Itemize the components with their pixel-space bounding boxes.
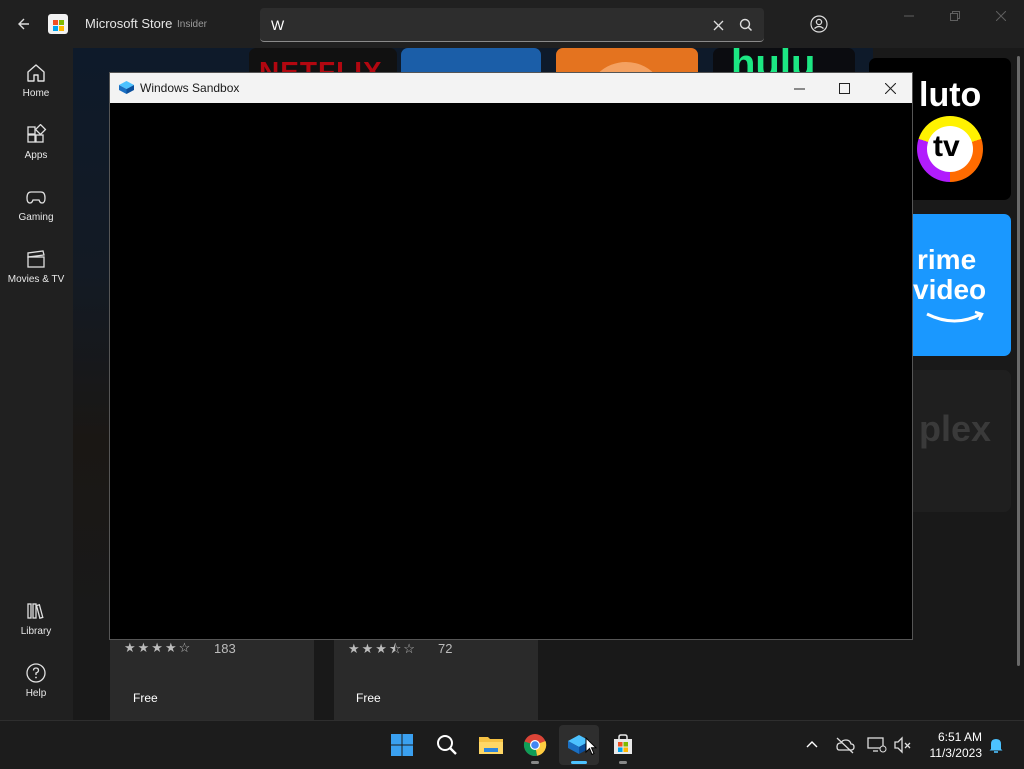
nav-label-gaming: Gaming: [18, 212, 54, 223]
volume-tray-button[interactable]: [892, 735, 914, 755]
sandbox-client-area[interactable]: [110, 103, 912, 639]
notifications-button[interactable]: [986, 735, 1006, 755]
search-input[interactable]: W: [271, 17, 284, 33]
close-icon: [713, 20, 723, 30]
start-icon: [391, 734, 413, 756]
nav-label-library: Library: [20, 626, 52, 637]
library-icon: [27, 603, 44, 619]
prime-video-logo-line1: rime: [917, 244, 977, 275]
sandbox-titlebar[interactable]: Windows Sandbox: [110, 73, 912, 103]
nav-label-movies-tv: Movies & TV: [7, 274, 65, 285]
clock-time[interactable]: 6:51 AM: [930, 730, 982, 744]
file-explorer-icon: [479, 737, 503, 754]
windows-sandbox-window[interactable]: Windows Sandbox: [109, 72, 913, 640]
rating-count: 72: [438, 641, 453, 656]
microsoft-store-taskbar-button[interactable]: [603, 725, 643, 765]
volume-muted-icon: [894, 736, 911, 754]
apps-icon: [27, 124, 47, 143]
app-title: Microsoft Store: [85, 16, 173, 31]
prime-video-logo-line2: video: [913, 274, 987, 305]
clear-search-button[interactable]: [708, 15, 728, 35]
network-tray-button[interactable]: [866, 735, 888, 755]
network-icon: [867, 737, 887, 753]
search-icon: [437, 735, 457, 755]
maximize-icon: [838, 82, 850, 94]
cloud-offline-icon: [836, 737, 855, 754]
start-button[interactable]: [382, 725, 422, 765]
store-minimize-button[interactable]: [886, 0, 932, 32]
search-button[interactable]: [736, 15, 756, 35]
mouse-cursor-icon: [585, 737, 597, 756]
store-restore-button[interactable]: [932, 0, 978, 32]
back-arrow-icon: [18, 18, 29, 30]
rating-count: 183: [214, 641, 236, 656]
clock-date[interactable]: 11/3/2023: [921, 746, 983, 760]
price-label: Free: [356, 691, 381, 705]
store-logo-icon: [48, 14, 68, 34]
store-close-button[interactable]: [978, 0, 1024, 32]
rating-stars: ★★★⯪☆: [348, 641, 417, 656]
left-navigation: Home Apps Gaming Movies & TV Library Hel…: [0, 48, 72, 720]
nav-item-apps[interactable]: Apps: [0, 116, 72, 172]
restore-icon: [950, 11, 960, 21]
home-icon: [27, 64, 45, 82]
chrome-button[interactable]: [515, 725, 555, 765]
sandbox-maximize-button[interactable]: [821, 73, 867, 103]
onedrive-tray-button[interactable]: [834, 735, 856, 755]
help-icon: [26, 663, 46, 683]
sandbox-title: Windows Sandbox: [140, 81, 240, 95]
microsoft-store-icon: [614, 734, 632, 754]
minimize-icon: [793, 88, 805, 89]
minimize-icon: [904, 15, 914, 17]
running-indicator: [619, 761, 627, 764]
nav-label-apps: Apps: [24, 150, 48, 161]
search-box[interactable]: W: [260, 8, 764, 42]
bell-icon: [989, 739, 1003, 753]
show-hidden-icons-button[interactable]: [802, 735, 822, 755]
pluto-tv-logo-line2: tv: [933, 130, 960, 163]
content-scrollbar[interactable]: [1017, 56, 1020, 666]
rating-stars: ★★★★☆: [124, 640, 193, 655]
search-icon: [739, 18, 753, 32]
chrome-icon: [523, 734, 547, 756]
chevron-up-icon: [806, 741, 818, 748]
account-button[interactable]: [803, 8, 835, 40]
running-indicator: [531, 761, 539, 764]
close-icon: [884, 82, 896, 94]
windows-sandbox-icon: [119, 81, 134, 94]
pluto-tv-circle: tv: [917, 116, 983, 182]
price-label: Free: [133, 691, 158, 705]
pluto-tv-logo-line1: luto: [919, 76, 982, 114]
taskbar-search-button[interactable]: [427, 725, 467, 765]
nav-item-home[interactable]: Home: [0, 54, 72, 110]
gamepad-icon: [26, 191, 46, 204]
store-titlebar: Microsoft Store Insider W: [0, 0, 1024, 48]
file-explorer-button[interactable]: [471, 725, 511, 765]
sandbox-minimize-button[interactable]: [776, 73, 822, 103]
person-icon: [810, 15, 828, 33]
app-channel-badge: Insider: [177, 19, 208, 30]
nav-label-home: Home: [22, 88, 50, 99]
plex-logo: plex: [919, 408, 992, 449]
clapperboard-icon: [27, 250, 45, 268]
taskbar: 6:51 AM 11/3/2023: [0, 720, 1024, 769]
nav-item-help[interactable]: Help: [0, 654, 72, 710]
sandbox-close-button[interactable]: [867, 73, 913, 103]
back-button[interactable]: [8, 10, 38, 38]
nav-item-gaming[interactable]: Gaming: [0, 178, 72, 234]
close-icon: [996, 11, 1006, 21]
nav-label-help: Help: [25, 688, 47, 699]
nav-item-movies-tv[interactable]: Movies & TV: [0, 240, 72, 296]
active-indicator: [571, 761, 587, 764]
amazon-smile-icon: [926, 310, 984, 323]
nav-item-library[interactable]: Library: [0, 592, 72, 648]
